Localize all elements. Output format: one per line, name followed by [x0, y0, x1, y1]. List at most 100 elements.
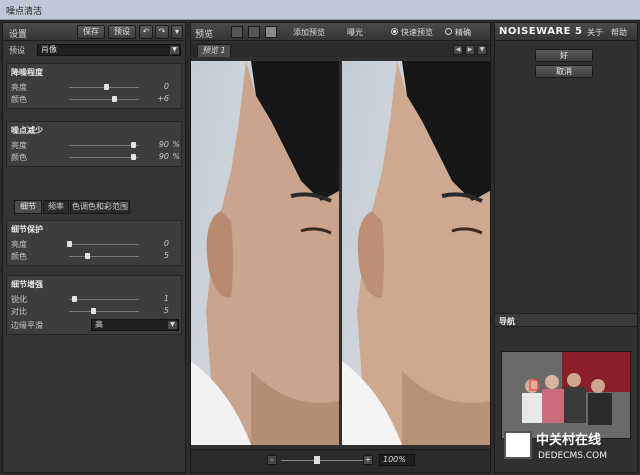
preset-value: 肖像	[41, 45, 57, 54]
fast-preview-label: 快速预览	[401, 28, 433, 37]
portrait-photo-after	[342, 61, 490, 445]
brand-logo: NOISEWARE 5	[499, 26, 583, 37]
chevron-left-icon[interactable]: ◀	[453, 45, 463, 55]
accurate-radio[interactable]	[445, 28, 452, 35]
watermark-logo-icon	[504, 431, 532, 459]
slider-track[interactable]	[69, 157, 139, 158]
slider-knob[interactable]	[104, 84, 109, 90]
help-link[interactable]: 帮助	[611, 27, 627, 38]
slider-label: 亮度	[11, 141, 27, 150]
slider-knob[interactable]	[91, 308, 96, 314]
slider-row: 亮度 0	[7, 239, 183, 250]
zoom-slider-knob[interactable]	[314, 456, 320, 464]
preset-select[interactable]: 肖像 ▼	[37, 44, 181, 56]
slider-track[interactable]	[69, 299, 139, 300]
noise-level-title: 降噪程度	[11, 68, 43, 77]
slider-value: 90	[158, 152, 169, 161]
edge-smoothing-row: 边缘平滑 高 ▼	[7, 319, 183, 331]
slider-knob[interactable]	[85, 253, 90, 259]
window-title: 噪点清洁	[6, 7, 43, 17]
slider-track[interactable]	[69, 244, 139, 245]
slider-value: +6	[157, 94, 169, 103]
slider-value: 1	[163, 294, 169, 303]
detail-tabs: 细节 频率 色调色和彩范围	[6, 200, 182, 214]
slider-knob[interactable]	[131, 154, 136, 160]
menu-dropdown-icon[interactable]: ▾	[171, 25, 183, 39]
slider-track[interactable]	[69, 311, 139, 312]
chevron-right-icon[interactable]: ▶	[465, 45, 475, 55]
slider-value: 90	[158, 140, 169, 149]
redo-icon[interactable]: ↷	[155, 25, 169, 39]
slider-row: 颜色 +6	[7, 94, 183, 105]
exposure-button[interactable]: 曝光	[347, 27, 363, 38]
slider-label: 亮度	[11, 240, 27, 249]
save-button[interactable]: 保存	[77, 25, 105, 39]
cancel-button[interactable]: 取消	[535, 65, 593, 78]
chevron-down-icon: ▼	[168, 321, 177, 329]
settings-header: 设置 保存 预设 ↶ ↷ ▾	[3, 23, 185, 41]
tab-detail[interactable]: 细节	[14, 200, 42, 214]
noise-level-section: 降噪程度 亮度 0 颜色 +6	[6, 63, 182, 109]
single-view-icon[interactable]	[231, 26, 243, 38]
zoom-slider-track[interactable]	[281, 460, 371, 461]
edge-smoothing-value: 高	[95, 320, 103, 329]
preset-label: 预设	[9, 46, 25, 55]
slider-unit: %	[172, 140, 180, 149]
zoom-select[interactable]: 100%	[379, 454, 415, 466]
detail-enhance-section: 细节增强 锐化 1 对比 5 边缘平滑 高 ▼	[6, 275, 182, 335]
portrait-photo-before	[191, 61, 339, 445]
slider-row: 亮度 0	[7, 82, 183, 93]
slider-value: 5	[163, 306, 169, 315]
chevron-down-icon[interactable]: ▼	[477, 45, 487, 55]
preset-button[interactable]: 预设	[108, 25, 136, 39]
edge-smoothing-select[interactable]: 高 ▼	[91, 319, 179, 331]
slider-value: 5	[163, 251, 169, 260]
slider-label: 锐化	[11, 295, 27, 304]
slider-label: 对比	[11, 307, 27, 316]
split-vertical-icon[interactable]	[265, 26, 277, 38]
preset-row: 预设 肖像 ▼	[3, 43, 185, 57]
watermark-title: 中关村在线	[536, 433, 602, 448]
slider-knob[interactable]	[72, 296, 77, 302]
add-preview-button[interactable]: 添加预览	[293, 27, 325, 38]
brand-header: NOISEWARE 5 关于 帮助	[495, 23, 637, 41]
slider-knob[interactable]	[112, 96, 117, 102]
slider-row: 对比 5	[7, 306, 183, 317]
tab-frequency[interactable]: 频率	[43, 200, 69, 214]
about-link[interactable]: 关于	[587, 27, 603, 38]
slider-unit: %	[172, 152, 180, 161]
zoom-value: 100%	[383, 455, 406, 464]
split-horizontal-icon[interactable]	[248, 26, 260, 38]
slider-track[interactable]	[69, 99, 139, 100]
slider-label: 亮度	[11, 83, 27, 92]
ok-button[interactable]: 好	[535, 49, 593, 62]
navigator-header: 导航	[495, 313, 637, 327]
slider-value: 0	[163, 82, 169, 91]
accurate-label: 精确	[455, 28, 471, 37]
undo-icon[interactable]: ↶	[139, 25, 153, 39]
preview-tabs: 预览 1 ◀ ▶ ▼	[191, 43, 490, 57]
chevron-down-icon: ▼	[170, 46, 179, 54]
slider-row: 亮度 90 %	[7, 140, 183, 151]
preview-panel: 预览 添加预览 曝光 快速预览 精确 预览 1 ◀ ▶ ▼ - + 100%	[190, 22, 491, 473]
zoom-in-button[interactable]: +	[363, 455, 373, 465]
slider-knob[interactable]	[67, 241, 72, 247]
slider-track[interactable]	[69, 145, 139, 146]
slider-row: 颜色 90 %	[7, 152, 183, 163]
noise-reduction-title: 噪点减少	[11, 126, 43, 135]
slider-track[interactable]	[69, 256, 139, 257]
preview-image-after[interactable]	[342, 61, 490, 445]
watermark-subtitle: DEDECMS.COM	[538, 451, 607, 461]
detail-enhance-title: 细节增强	[11, 280, 43, 289]
slider-row: 锐化 1	[7, 294, 183, 305]
zoom-out-button[interactable]: -	[267, 455, 277, 465]
slider-knob[interactable]	[131, 142, 136, 148]
slider-label: 颜色	[11, 95, 27, 104]
fast-preview-radio[interactable]	[391, 28, 398, 35]
tab-color-range[interactable]: 色调色和彩范围	[70, 200, 130, 214]
tab-preview-1[interactable]: 预览 1	[197, 44, 231, 57]
preview-image-before[interactable]	[191, 61, 339, 445]
slider-label: 颜色	[11, 252, 27, 261]
edge-smoothing-label: 边缘平滑	[11, 321, 43, 330]
noise-reduction-section: 噪点减少 亮度 90 % 颜色 90 %	[6, 121, 182, 167]
